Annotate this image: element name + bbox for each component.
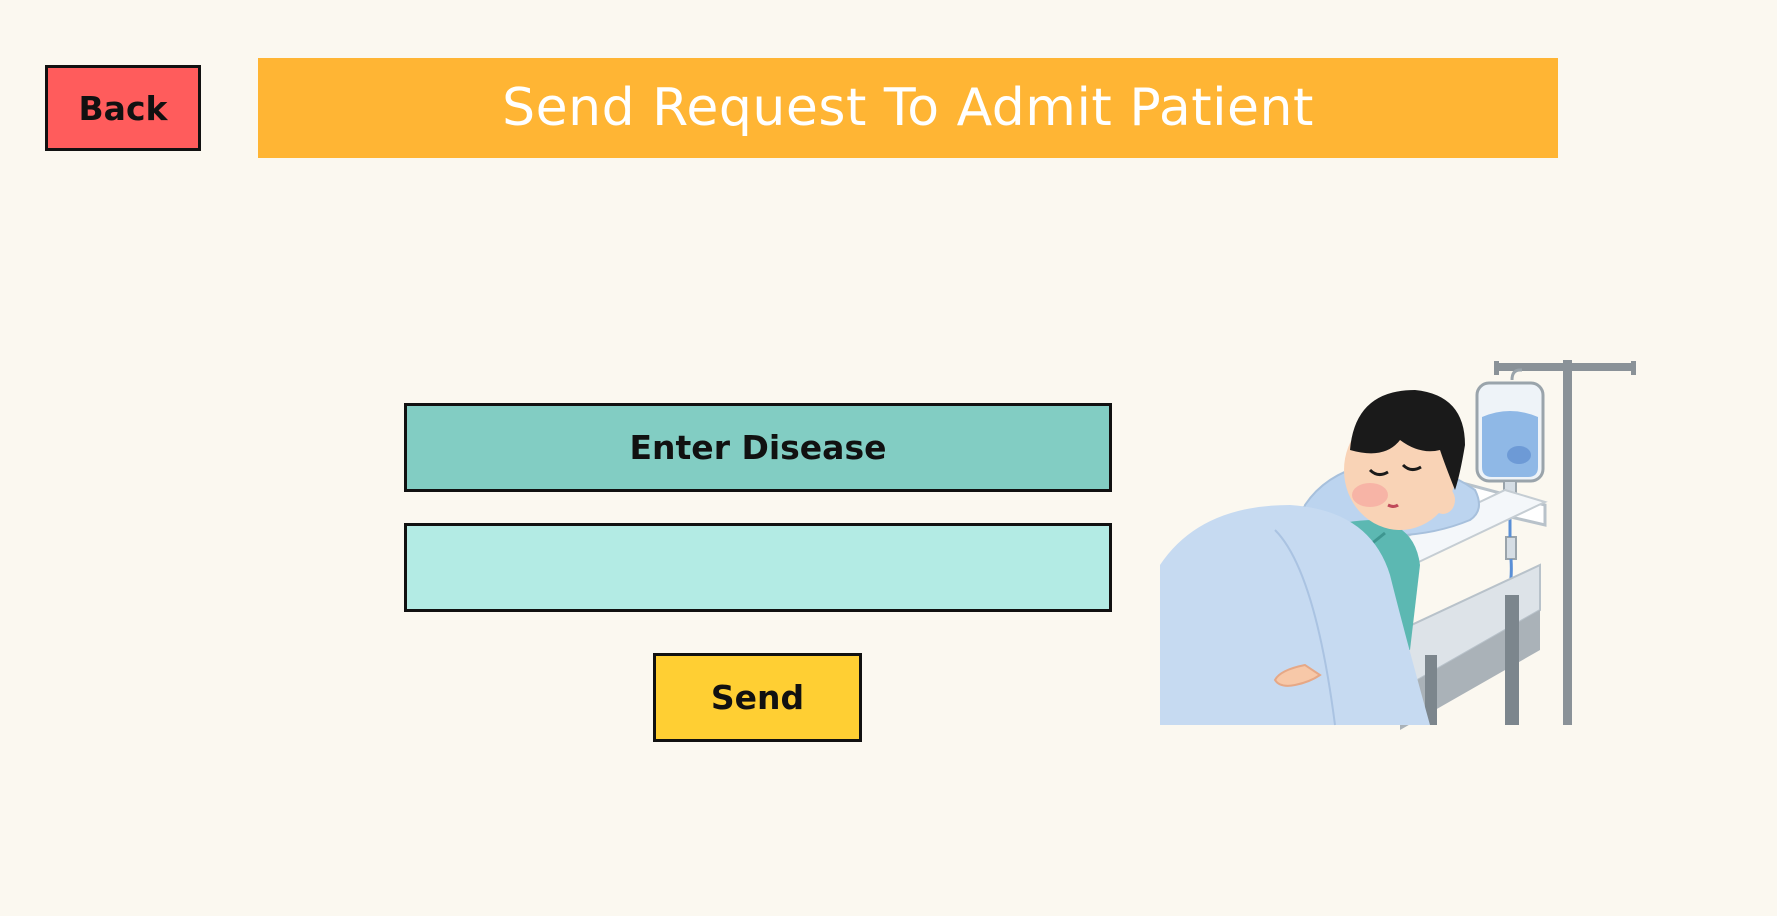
back-button-label: Back — [78, 88, 168, 128]
page-title: Send Request To Admit Patient — [502, 78, 1314, 138]
page-title-bar: Send Request To Admit Patient — [258, 58, 1558, 158]
send-button-label: Send — [710, 678, 805, 717]
disease-label: Enter Disease — [404, 403, 1112, 492]
disease-label-text: Enter Disease — [629, 428, 887, 467]
back-button[interactable]: Back — [45, 65, 201, 151]
patient-in-hospital-bed-icon — [1160, 360, 1636, 730]
disease-input[interactable] — [404, 523, 1112, 612]
send-button[interactable]: Send — [653, 653, 862, 742]
patient-head-icon — [1344, 390, 1465, 530]
